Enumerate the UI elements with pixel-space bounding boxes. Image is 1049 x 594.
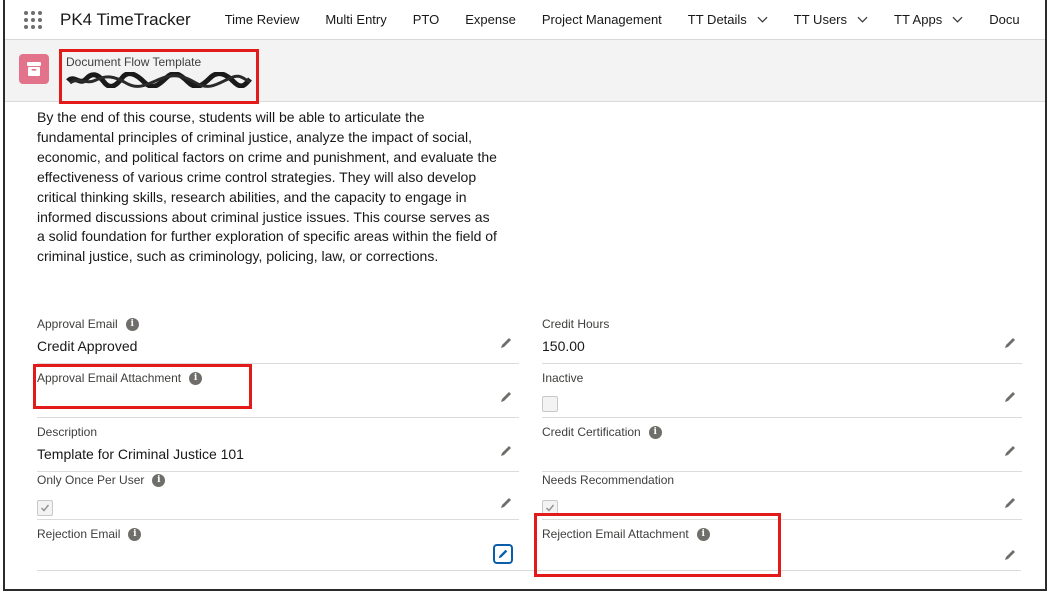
record-header: Document Flow Template bbox=[5, 40, 1045, 102]
field-label-text: Rejection Email Attachment bbox=[542, 527, 689, 541]
app-window: PK4 TimeTracker Time Review Multi Entry … bbox=[3, 0, 1047, 591]
field-credit-certification: Credit Certification i bbox=[542, 418, 1022, 472]
info-icon[interactable]: i bbox=[189, 371, 203, 385]
field-label: Only Once Per User i bbox=[37, 473, 166, 487]
nav-tab-label: Time Review bbox=[224, 12, 300, 27]
info-icon[interactable]: i bbox=[125, 317, 139, 331]
nav-tab-time-review[interactable]: Time Review bbox=[212, 0, 313, 40]
field-label-text: Inactive bbox=[542, 371, 584, 385]
field-label-text: Only Once Per User bbox=[37, 473, 145, 487]
edit-button-focused[interactable] bbox=[493, 544, 513, 564]
nav-tab-label: Expense bbox=[465, 12, 516, 27]
field-value: Credit Approved bbox=[37, 338, 138, 354]
field-rejection-email: Rejection Email i bbox=[37, 520, 519, 574]
pencil-icon[interactable] bbox=[1003, 390, 1017, 404]
nav-tab-pto[interactable]: PTO bbox=[400, 0, 453, 40]
pencil-icon[interactable] bbox=[499, 444, 513, 458]
checkbox bbox=[542, 396, 558, 412]
nav-tab-label: Project Management bbox=[541, 12, 662, 27]
nav-tab-label: TT Details bbox=[687, 12, 747, 27]
field-approval-email-attachment: Approval Email Attachment i bbox=[37, 364, 519, 418]
checkbox bbox=[37, 500, 53, 516]
field-label-text: Credit Hours bbox=[542, 317, 610, 331]
field-label-text: Needs Recommendation bbox=[542, 473, 675, 487]
field-label-text: Approval Email Attachment bbox=[37, 371, 182, 385]
field-label: Description bbox=[37, 425, 97, 439]
field-label: Approval Email i bbox=[37, 317, 139, 331]
checkmark-icon bbox=[40, 504, 50, 512]
field-credit-hours: Credit Hours 150.00 bbox=[542, 310, 1022, 364]
field-inactive: Inactive bbox=[542, 364, 1022, 418]
nav-tab-label: PTO bbox=[412, 12, 440, 27]
nav-tab-documents[interactable]: Docu bbox=[976, 0, 1032, 40]
chevron-down-icon[interactable] bbox=[857, 14, 868, 25]
chevron-down-icon[interactable] bbox=[757, 14, 768, 25]
field-label: Inactive bbox=[542, 371, 583, 385]
field-label-text: Description bbox=[37, 425, 98, 439]
info-icon[interactable]: i bbox=[152, 473, 166, 487]
pencil-icon[interactable] bbox=[499, 390, 513, 404]
app-launcher-icon[interactable] bbox=[24, 10, 42, 29]
nav-tab-label: Multi Entry bbox=[325, 12, 387, 27]
info-icon[interactable]: i bbox=[648, 425, 662, 439]
pencil-icon bbox=[498, 549, 508, 559]
pencil-icon[interactable] bbox=[499, 336, 513, 350]
pencil-icon[interactable] bbox=[499, 496, 513, 510]
field-label: Approval Email Attachment i bbox=[37, 371, 203, 385]
field-rejection-email-attachment: Rejection Email Attachment i bbox=[542, 520, 1022, 574]
info-icon[interactable]: i bbox=[696, 527, 710, 541]
divider bbox=[37, 570, 1021, 571]
nav-tab-multi-entry[interactable]: Multi Entry bbox=[312, 0, 399, 40]
field-label: Rejection Email i bbox=[37, 527, 142, 541]
pencil-icon[interactable] bbox=[1003, 548, 1017, 562]
field-label: Credit Hours bbox=[542, 317, 609, 331]
field-label: Needs Recommendation bbox=[542, 473, 674, 487]
info-icon[interactable]: i bbox=[128, 527, 142, 541]
checkmark-icon bbox=[545, 504, 555, 512]
field-only-once-per-user: Only Once Per User i bbox=[37, 466, 519, 520]
global-nav-bar: PK4 TimeTracker Time Review Multi Entry … bbox=[5, 0, 1045, 40]
nav-tab-project-management[interactable]: Project Management bbox=[529, 0, 675, 40]
field-description: Description Template for Criminal Justic… bbox=[37, 418, 519, 472]
nav-tab-label: TT Users bbox=[793, 12, 848, 27]
chevron-down-icon[interactable] bbox=[952, 14, 963, 25]
nav-tab-label: Docu bbox=[989, 12, 1020, 27]
archive-icon bbox=[19, 54, 49, 84]
field-needs-recommendation: Needs Recommendation bbox=[542, 466, 1022, 520]
nav-tab-expense[interactable]: Expense bbox=[452, 0, 529, 40]
redacted-record-name bbox=[66, 72, 252, 88]
field-label-text: Rejection Email bbox=[37, 527, 121, 541]
pencil-icon[interactable] bbox=[1003, 496, 1017, 510]
field-value: 150.00 bbox=[542, 338, 585, 354]
field-label: Credit Certification i bbox=[542, 425, 662, 439]
field-label-text: Approval Email bbox=[37, 317, 118, 331]
field-label-text: Credit Certification bbox=[542, 425, 641, 439]
nav-tab-tt-users[interactable]: TT Users bbox=[781, 0, 881, 40]
field-approval-email: Approval Email i Credit Approved bbox=[37, 310, 519, 364]
nav-tab-tt-apps[interactable]: TT Apps bbox=[881, 0, 976, 40]
nav-tab-label: TT Apps bbox=[894, 12, 943, 27]
field-label: Rejection Email Attachment i bbox=[542, 527, 710, 541]
app-name: PK4 TimeTracker bbox=[60, 9, 191, 29]
pencil-icon[interactable] bbox=[1003, 444, 1017, 458]
pencil-icon[interactable] bbox=[1003, 336, 1017, 350]
nav-tab-tt-details[interactable]: TT Details bbox=[675, 0, 781, 40]
field-value: Template for Criminal Justice 101 bbox=[37, 446, 244, 462]
record-object-type: Document Flow Template bbox=[66, 55, 202, 69]
checkbox bbox=[542, 500, 558, 516]
description-rich-text: By the end of this course, students will… bbox=[37, 109, 497, 265]
